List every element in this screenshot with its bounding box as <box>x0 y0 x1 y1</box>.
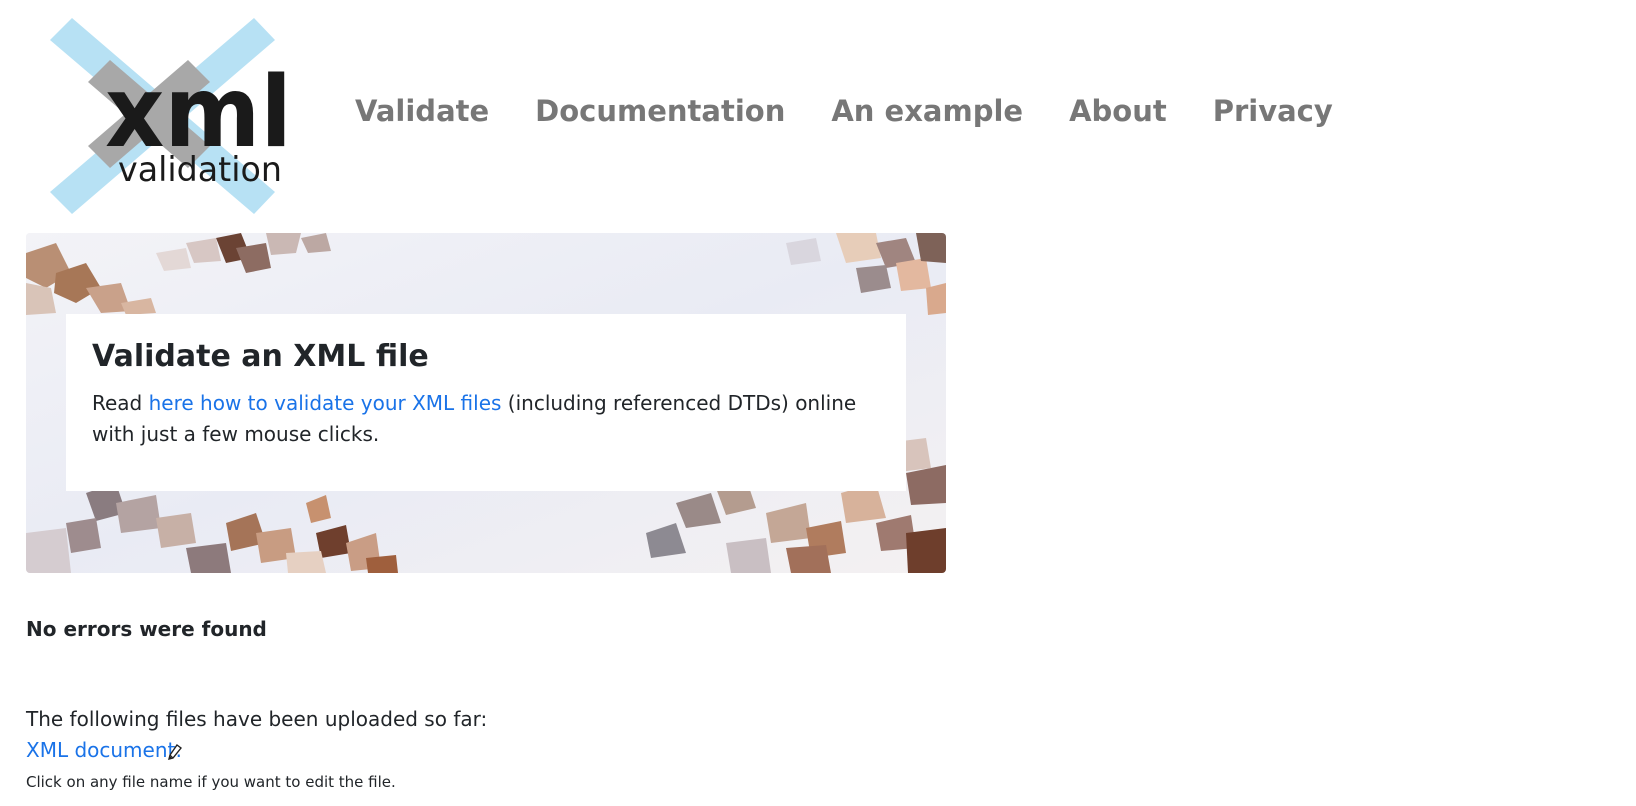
main-nav: Validate Documentation An example About … <box>355 94 1333 128</box>
uploaded-files-intro: The following files have been uploaded s… <box>26 707 488 731</box>
edit-hint: Click on any file name if you want to ed… <box>26 773 396 791</box>
validation-status: No errors were found <box>26 617 267 641</box>
site-logo[interactable]: xml validation <box>50 18 300 214</box>
xml-document-link[interactable]: XML document: <box>26 738 182 762</box>
nav-documentation[interactable]: Documentation <box>535 94 785 128</box>
nav-privacy[interactable]: Privacy <box>1213 94 1333 128</box>
nav-about[interactable]: About <box>1069 94 1167 128</box>
nav-an-example[interactable]: An example <box>831 94 1023 128</box>
nav-validate[interactable]: Validate <box>355 94 489 128</box>
page: xml validation Validate Documentation An… <box>0 0 1636 806</box>
pencil-icon[interactable] <box>168 744 182 760</box>
logo-subword: validation <box>118 150 282 190</box>
how-to-validate-link[interactable]: here how to validate your XML files <box>149 391 502 415</box>
hero-card: Validate an XML file Read here how to va… <box>66 314 906 491</box>
hero-description: Read here how to validate your XML files… <box>92 388 880 450</box>
hero-banner: Validate an XML file Read here how to va… <box>26 233 946 573</box>
hero-text-before: Read <box>92 391 149 415</box>
page-title: Validate an XML file <box>92 339 429 374</box>
